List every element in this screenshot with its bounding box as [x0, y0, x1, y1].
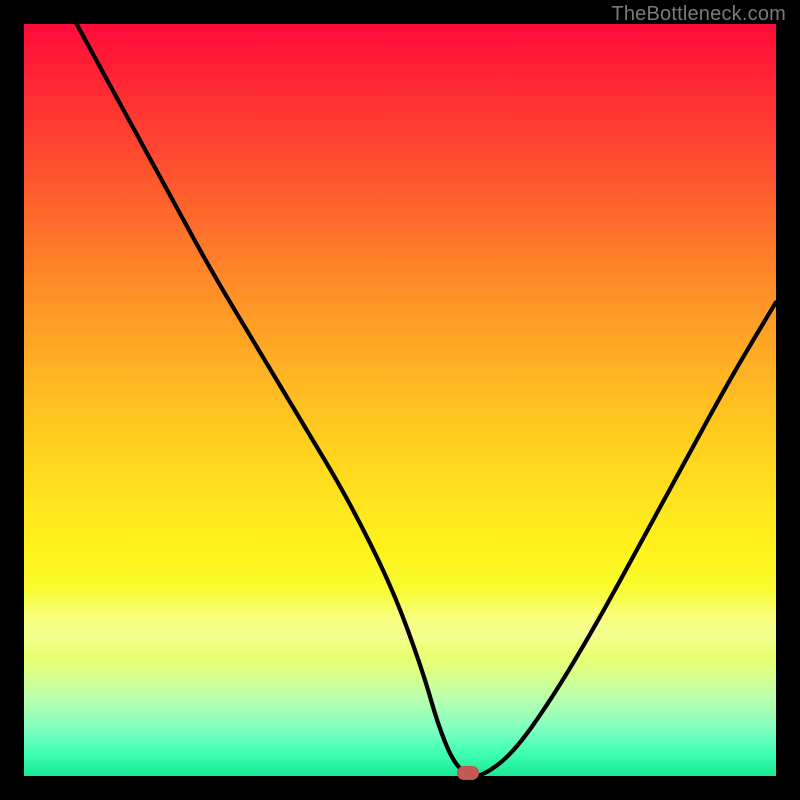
watermark-text: TheBottleneck.com — [611, 3, 786, 26]
minimum-marker — [457, 766, 479, 780]
chart-frame: TheBottleneck.com — [0, 0, 800, 800]
curve-path — [77, 24, 776, 776]
plot-area — [24, 24, 776, 776]
bottleneck-curve — [24, 24, 776, 776]
